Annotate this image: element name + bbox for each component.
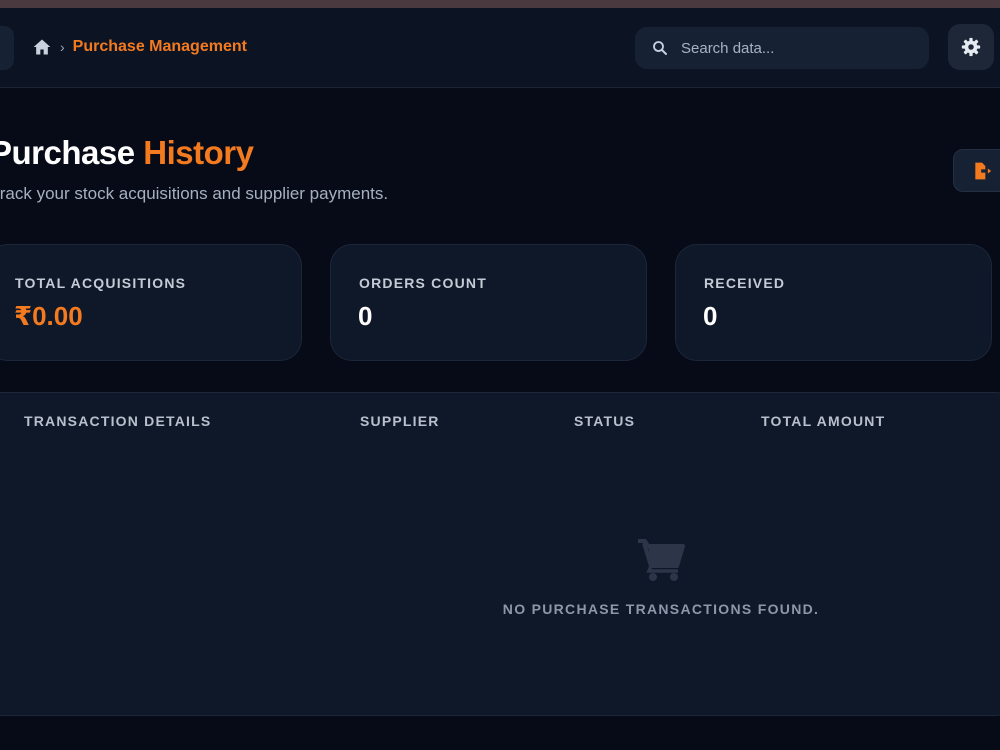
- cart-icon: [638, 539, 685, 581]
- column-header-transaction-details[interactable]: TRANSACTION DETAILS: [24, 413, 211, 429]
- gear-icon: [961, 37, 981, 57]
- empty-state-message: NO PURCHASE TRANSACTIONS FOUND.: [502, 601, 820, 617]
- column-header-supplier[interactable]: SUPPLIER: [360, 413, 440, 429]
- stat-label: RECEIVED: [704, 275, 786, 291]
- column-header-total-amount[interactable]: TOTAL AMOUNT: [761, 413, 885, 429]
- top-bar: › Purchase Management: [0, 8, 1000, 88]
- stat-card-received: RECEIVED 0: [675, 244, 992, 361]
- page-title: Purchase History: [0, 134, 254, 172]
- search-box[interactable]: [635, 27, 929, 69]
- page-title-part2: History: [143, 134, 254, 171]
- stat-value: ₹0.00: [14, 301, 83, 331]
- stat-card-total-acquisitions: TOTAL ACQUISITIONS ₹0.00: [0, 244, 302, 361]
- stat-card-orders-count: ORDERS COUNT 0: [330, 244, 647, 361]
- purchase-table: TRANSACTION DETAILS SUPPLIER STATUS TOTA…: [0, 392, 1000, 716]
- column-header-status[interactable]: STATUS: [574, 413, 635, 429]
- empty-state: NO PURCHASE TRANSACTIONS FOUND.: [0, 538, 1000, 617]
- export-icon: [975, 162, 992, 179]
- breadcrumb: › Purchase Management: [32, 36, 247, 58]
- page-subtitle: Track your stock acquisitions and suppli…: [0, 184, 389, 203]
- export-button[interactable]: [953, 149, 1000, 192]
- stat-label: ORDERS COUNT: [359, 275, 487, 291]
- sidebar-toggle-button[interactable]: [0, 26, 14, 70]
- chevron-right-icon: ›: [60, 39, 65, 55]
- stat-label: TOTAL ACQUISITIONS: [15, 275, 187, 291]
- breadcrumb-current: Purchase Management: [72, 38, 247, 55]
- home-icon[interactable]: [32, 37, 52, 57]
- stat-value: 0: [358, 301, 373, 331]
- stat-value: 0: [703, 301, 718, 331]
- settings-button[interactable]: [948, 24, 994, 70]
- search-icon: [653, 41, 667, 55]
- page-title-part1: Purchase: [0, 134, 135, 171]
- window-top-strip: [0, 0, 1000, 8]
- search-input[interactable]: [681, 39, 901, 57]
